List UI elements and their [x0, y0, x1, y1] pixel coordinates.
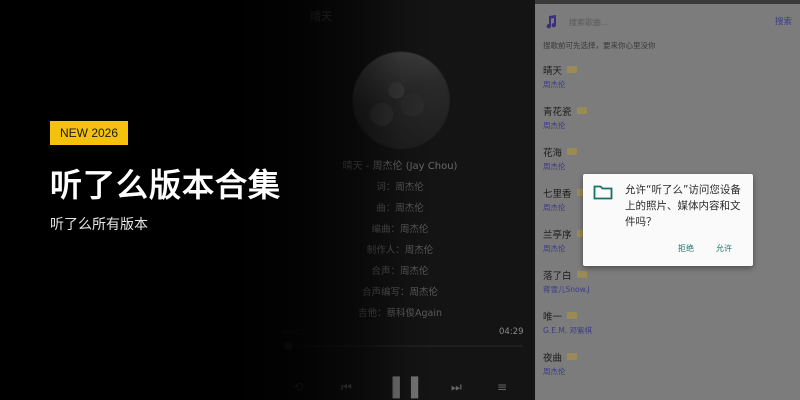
song-title: 兰亭序	[543, 229, 572, 241]
credit-line: 制作人：周杰伦	[366, 245, 434, 256]
credit-line: 合声编写：周杰伦	[361, 287, 438, 298]
song-artist: 周杰伦	[543, 121, 566, 130]
page-subtitle: 听了么所有版本	[50, 217, 148, 233]
music-note-icon	[546, 15, 557, 29]
time-elapsed: 00:00	[282, 328, 306, 337]
permission-dialog: 允许“听了么”访问您设备上的照片、媒体内容和文件吗？ 拒绝 允许	[583, 174, 753, 266]
dialog-message: 允许“听了么”访问您设备上的照片、媒体内容和文件吗？	[625, 184, 741, 228]
list-item[interactable]: 晴天 周杰伦	[535, 62, 800, 103]
quality-icon	[567, 312, 578, 319]
song-artist: 周杰伦	[543, 367, 566, 376]
credit-line: 编曲：周杰伦	[371, 224, 429, 235]
song-title: 夜曲	[543, 352, 563, 364]
credit-line: 词：周杰伦	[376, 182, 424, 193]
quality-icon	[567, 353, 578, 360]
lyrics-credits: 晴天 - 周杰伦 (Jay Chou) 词：周杰伦 曲：周杰伦 编曲：周杰伦 制…	[270, 156, 530, 324]
song-title: 七里香	[543, 188, 572, 200]
credit-line: 曲：周杰伦	[376, 203, 424, 214]
progress-bar[interactable]	[287, 345, 523, 347]
song-artist: 周杰伦	[543, 80, 566, 89]
quality-icon	[576, 107, 587, 114]
player-controls: ⟲ ⏮ ❚❚ ⏭ ≡	[235, 374, 535, 400]
folder-icon	[593, 185, 613, 200]
search-hint: 搜歌前可先选择，要来你心里没你	[543, 41, 656, 50]
quality-icon	[567, 148, 578, 155]
allow-button[interactable]: 允许	[716, 243, 732, 254]
song-title: 青花瓷	[543, 106, 572, 118]
pause-icon[interactable]: ❚❚	[387, 374, 424, 400]
album-art	[353, 52, 449, 148]
song-artist: G.E.M. 邓紫棋	[543, 326, 593, 335]
song-line: 晴天 - 周杰伦 (Jay Chou)	[342, 161, 458, 172]
credit-line: 吉他：蔡科俊Again	[357, 308, 442, 319]
song-title: 晴天	[543, 65, 563, 77]
list-item[interactable]: 落了白 蒋雪儿Snow.J	[535, 267, 800, 308]
list-item[interactable]: 夜曲 周杰伦	[535, 349, 800, 390]
song-title: 花海	[543, 147, 563, 159]
playlist-icon[interactable]: ≡	[497, 374, 507, 400]
song-artist: 蒋雪儿Snow.J	[543, 285, 590, 294]
repeat-icon[interactable]: ⟲	[293, 374, 303, 400]
progress-knob[interactable]	[284, 342, 292, 350]
song-title: 唯一	[543, 311, 563, 323]
search-bar: 搜索	[535, 4, 800, 34]
page-title: 听了么版本合集	[50, 166, 282, 204]
new-badge: NEW 2026	[50, 121, 129, 145]
deny-button[interactable]: 拒绝	[678, 243, 694, 254]
next-icon[interactable]: ⏭	[451, 374, 462, 400]
song-title: 落了白	[543, 270, 572, 282]
time-total: 04:29	[499, 327, 524, 337]
song-artist: 周杰伦	[543, 162, 566, 171]
search-button[interactable]: 搜索	[775, 15, 792, 27]
quality-icon	[567, 66, 578, 73]
credit-line: 合声：周杰伦	[371, 266, 429, 277]
list-item[interactable]: 唯一 G.E.M. 邓紫棋	[535, 308, 800, 349]
player-song-title: 晴天	[310, 10, 332, 23]
quality-icon	[576, 271, 587, 278]
search-input[interactable]	[569, 15, 689, 29]
previous-icon[interactable]: ⏮	[341, 374, 352, 400]
list-item[interactable]: 青花瓷 周杰伦	[535, 103, 800, 144]
